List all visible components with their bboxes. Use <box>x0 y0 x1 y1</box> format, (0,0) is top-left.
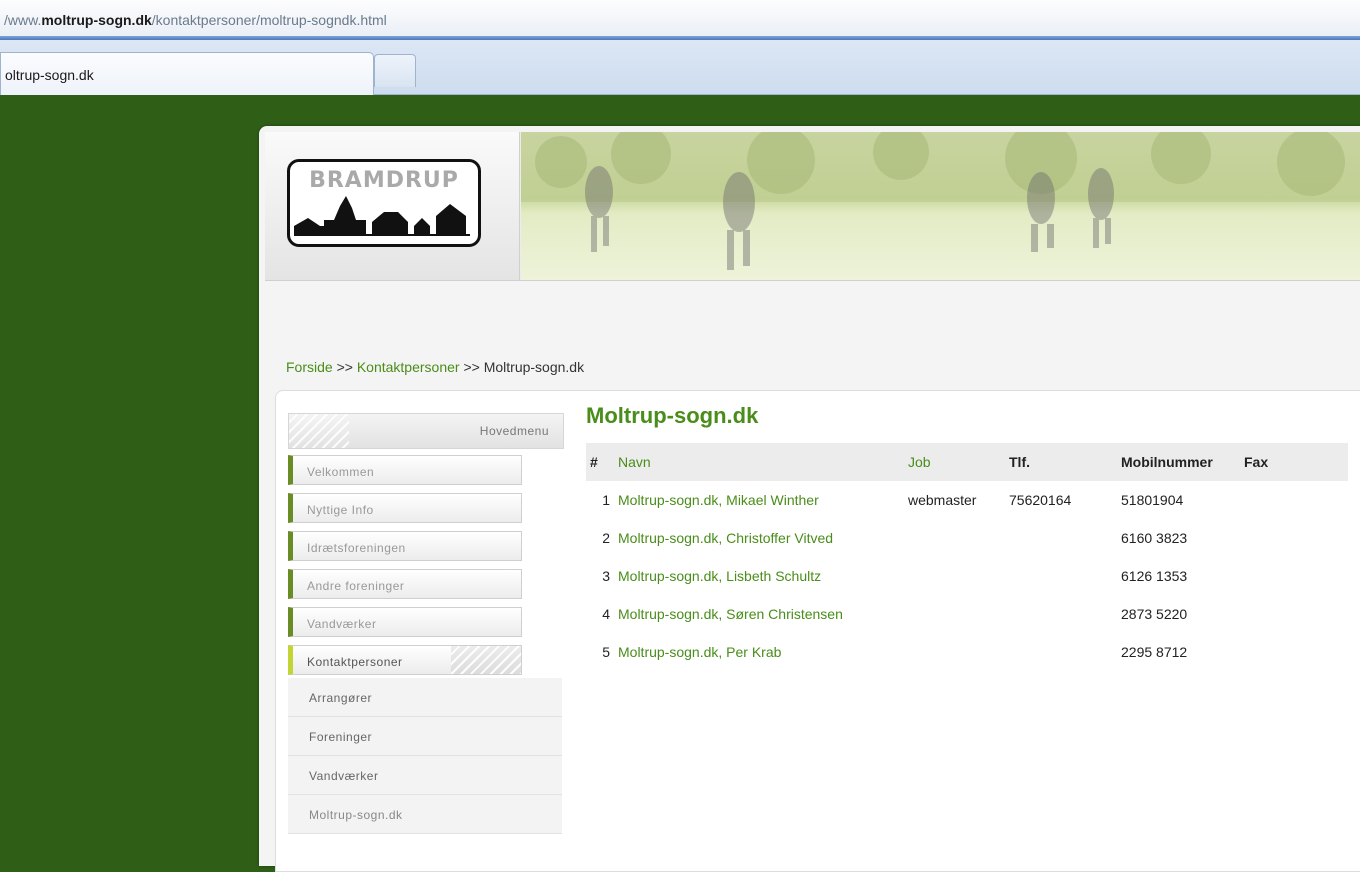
row-number: 5 <box>602 644 610 660</box>
menu-item-nyttige-info[interactable]: Nyttige Info <box>288 493 522 523</box>
page-title: Moltrup-sogn.dk <box>586 403 759 428</box>
column-header-fax: Fax <box>1240 443 1348 481</box>
contact-job <box>904 633 1005 671</box>
table-row: 4 Moltrup-sogn.dk, Søren Christensen 287… <box>586 595 1348 633</box>
table-row: 2 Moltrup-sogn.dk, Christoffer Vitved 61… <box>586 519 1348 557</box>
breadcrumb-section-link[interactable]: Kontaktpersoner <box>357 359 460 375</box>
menu-item-andre-foreninger[interactable]: Andre foreninger <box>288 569 522 599</box>
main-menu-header: Hovedmenu <box>288 413 564 449</box>
contact-phone <box>1005 595 1117 633</box>
contact-job <box>904 519 1005 557</box>
contact-phone <box>1005 557 1117 595</box>
content-panel: Hovedmenu Velkommen Nyttige Info Idrætsf… <box>275 390 1360 872</box>
column-header-mobile: Mobilnummer <box>1117 443 1240 481</box>
main-menu-heading: Hovedmenu <box>479 424 549 438</box>
contact-phone: 75620164 <box>1009 492 1072 508</box>
contact-mobile: 2295 8712 <box>1121 644 1188 660</box>
breadcrumb-separator: >> <box>459 359 484 375</box>
url-path: /kontaktpersoner/moltrup-sogndk.html <box>151 12 387 28</box>
menu-header-pattern <box>289 414 349 448</box>
contact-phone <box>1005 633 1117 671</box>
menu-item-idraetsforeningen[interactable]: Idrætsforeningen <box>288 531 522 561</box>
contact-job <box>904 557 1005 595</box>
contact-mobile: 51801904 <box>1121 492 1184 508</box>
menu-item-label: Velkommen <box>307 465 375 479</box>
contact-mobile: 6160 3823 <box>1121 530 1188 546</box>
active-item-pattern <box>451 646 521 674</box>
contact-fax <box>1240 557 1348 595</box>
logo-text: BRAMDRUP <box>309 168 459 193</box>
row-number: 3 <box>602 568 610 584</box>
url-host: moltrup-sogn.dk <box>41 12 152 28</box>
village-silhouette-icon <box>294 196 470 236</box>
site-header: BRAMDRUP <box>265 132 1360 281</box>
breadcrumb-separator: >> <box>332 359 357 375</box>
breadcrumb: Forside >> Kontaktpersoner >> Moltrup-so… <box>286 359 584 375</box>
column-header-name[interactable]: Navn <box>614 443 904 481</box>
submenu-item-arrangoerer[interactable]: Arrangører <box>288 678 562 717</box>
contacts-table: # Navn Job Tlf. Mobilnummer Fax 1 Moltru… <box>586 443 1348 671</box>
table-row: 3 Moltrup-sogn.dk, Lisbeth Schultz 6126 … <box>586 557 1348 595</box>
column-header-phone: Tlf. <box>1005 443 1117 481</box>
submenu-item-label: Moltrup-sogn.dk <box>309 808 403 822</box>
contact-name-link[interactable]: Moltrup-sogn.dk, Mikael Winther <box>614 481 904 519</box>
menu-item-label: Kontaktpersoner <box>307 655 403 669</box>
contact-phone <box>1005 519 1117 557</box>
new-tab-button[interactable] <box>374 54 416 87</box>
page-container: BRAMDRUP Forside >> Kontaktpersoner >> M… <box>259 126 1360 872</box>
browser-tab-strip: oltrup-sogn.dk <box>0 40 1360 95</box>
menu-item-velkommen[interactable]: Velkommen <box>288 455 522 485</box>
contact-name-link[interactable]: Moltrup-sogn.dk, Lisbeth Schultz <box>614 557 904 595</box>
tab-title: oltrup-sogn.dk <box>5 67 94 83</box>
table-header-row: # Navn Job Tlf. Mobilnummer Fax <box>586 443 1348 481</box>
submenu-item-vandvaerker[interactable]: Vandværker <box>288 756 562 795</box>
menu-item-label: Andre foreninger <box>307 579 405 593</box>
menu-item-label: Nyttige Info <box>307 503 374 517</box>
submenu-item-moltrup-sogn[interactable]: Moltrup-sogn.dk <box>288 795 562 834</box>
column-header-job[interactable]: Job <box>904 443 1005 481</box>
contact-name-link[interactable]: Moltrup-sogn.dk, Christoffer Vitved <box>614 519 904 557</box>
contact-name-link[interactable]: Moltrup-sogn.dk, Per Krab <box>614 633 904 671</box>
browser-tab[interactable]: oltrup-sogn.dk <box>0 52 374 95</box>
browser-address-bar[interactable]: /www.moltrup-sogn.dk/kontaktpersoner/mol… <box>0 0 1360 40</box>
submenu-item-label: Arrangører <box>309 691 373 705</box>
row-number: 4 <box>602 606 610 622</box>
column-header-num: # <box>586 443 614 481</box>
contact-name-link[interactable]: Moltrup-sogn.dk, Søren Christensen <box>614 595 904 633</box>
contact-fax <box>1240 633 1348 671</box>
contact-fax <box>1240 481 1348 519</box>
menu-item-label: Idrætsforeningen <box>307 541 406 555</box>
breadcrumb-home-link[interactable]: Forside <box>286 359 333 375</box>
contact-fax <box>1240 595 1348 633</box>
row-number: 1 <box>602 492 610 508</box>
url-text[interactable]: /www.moltrup-sogn.dk/kontaktpersoner/mol… <box>4 12 387 28</box>
table-row: 1 Moltrup-sogn.dk, Mikael Winther webmas… <box>586 481 1348 519</box>
menu-item-vandvaerker[interactable]: Vandværker <box>288 607 522 637</box>
submenu: Arrangører Foreninger Vandværker Moltrup… <box>288 678 562 838</box>
submenu-item-foreninger[interactable]: Foreninger <box>288 717 562 756</box>
contact-job <box>904 595 1005 633</box>
breadcrumb-current: Moltrup-sogn.dk <box>483 359 585 375</box>
menu-item-kontaktpersoner[interactable]: Kontaktpersoner <box>288 645 522 675</box>
site-logo[interactable]: BRAMDRUP <box>287 159 481 247</box>
header-banner-photo <box>521 132 1360 280</box>
contact-mobile: 6126 1353 <box>1121 568 1188 584</box>
row-number: 2 <box>602 530 610 546</box>
url-prefix: /www. <box>4 12 42 28</box>
logo-area: BRAMDRUP <box>265 132 520 280</box>
submenu-item-label: Foreninger <box>309 730 373 744</box>
football-players-image <box>521 132 1360 280</box>
contact-fax <box>1240 519 1348 557</box>
table-row: 5 Moltrup-sogn.dk, Per Krab 2295 8712 <box>586 633 1348 671</box>
contact-mobile: 2873 5220 <box>1121 606 1188 622</box>
submenu-item-label: Vandværker <box>309 769 379 783</box>
menu-item-label: Vandværker <box>307 617 377 631</box>
contact-job: webmaster <box>908 492 977 508</box>
